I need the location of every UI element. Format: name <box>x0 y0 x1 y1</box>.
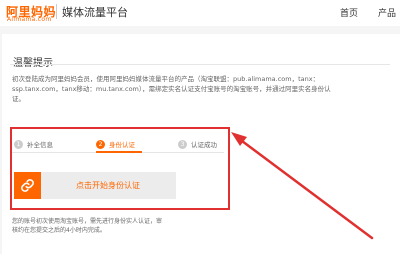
platform-title: 媒体流量平台 <box>62 6 128 19</box>
notice-description: 初次登陆成为阿里妈妈会员，使用阿里妈妈媒体流量平台的产品（淘宝联盟：pub.al… <box>12 75 331 103</box>
nav-home-link[interactable]: 首页 <box>340 6 358 19</box>
alimama-logo-domain: Alimama.com <box>7 16 52 23</box>
title-divider <box>10 64 390 65</box>
top-navigation-bar: 阿里妈妈 Alimama.com 媒体流量平台 首页 产品 <box>0 0 400 26</box>
logo-divider <box>56 4 57 19</box>
annotation-highlight-box <box>10 127 230 210</box>
nav-product-link[interactable]: 产品 <box>378 6 396 19</box>
auth-note: 您的账号初次使用淘宝账号，需先进行身份实人认证，审核约在您提交之后的4小时内完成… <box>12 218 163 234</box>
notice-title: 温馨提示 <box>13 54 53 69</box>
